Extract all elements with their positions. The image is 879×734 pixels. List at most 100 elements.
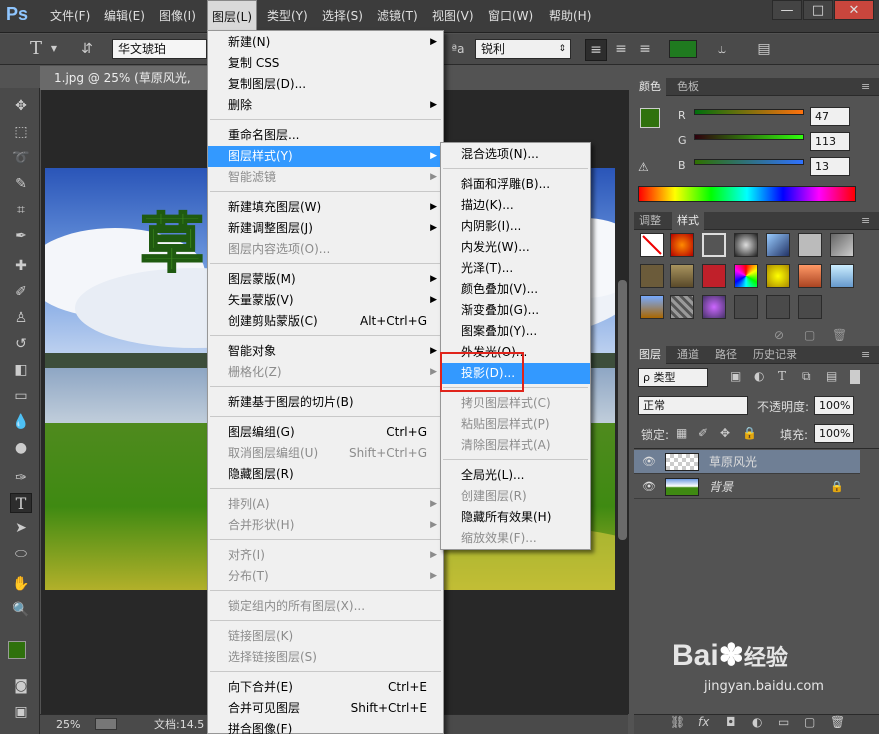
panel-menu-icon[interactable]: ≡: [856, 212, 875, 230]
tab-history[interactable]: 历史记录: [748, 346, 802, 364]
menu-type[interactable]: 类型(Y): [263, 0, 312, 33]
marquee-tool-icon[interactable]: ⬚: [10, 122, 32, 142]
style-swatch[interactable]: [670, 264, 694, 288]
menu-layer[interactable]: 图层(L): [207, 0, 258, 33]
text-orientation-icon[interactable]: ⇵: [74, 39, 100, 59]
style-swatch[interactable]: [702, 295, 726, 319]
panel-menu-icon[interactable]: ≡: [856, 78, 875, 96]
style-swatch[interactable]: [798, 264, 822, 288]
menu-image[interactable]: 图像(I): [155, 0, 200, 33]
quick-mask-icon[interactable]: ◙: [10, 676, 32, 696]
layer-name[interactable]: 草原风光: [709, 450, 757, 474]
trash-icon[interactable]: 🗑: [832, 328, 847, 342]
style-submenu-item[interactable]: 混合选项(N)...: [441, 144, 590, 165]
value-b[interactable]: 13: [810, 157, 850, 176]
layer-menu-item[interactable]: 图层蒙版(M) ▶: [208, 269, 443, 290]
link-icon[interactable]: ⛓: [670, 715, 685, 729]
style-none[interactable]: [640, 233, 664, 257]
style-swatch[interactable]: [798, 233, 822, 257]
layer-menu-item[interactable]: 向下合并(E) Ctrl+E: [208, 677, 443, 698]
style-swatch[interactable]: [798, 295, 822, 319]
value-r[interactable]: 47: [810, 107, 850, 126]
menu-window[interactable]: 窗口(W): [484, 0, 537, 33]
layer-menu-item[interactable]: 新建填充图层(W) ▶: [208, 197, 443, 218]
eye-icon[interactable]: 👁: [642, 475, 656, 499]
dodge-tool-icon[interactable]: ●: [10, 438, 32, 458]
foreground-color-swatch[interactable]: [640, 108, 660, 128]
blur-tool-icon[interactable]: 💧: [10, 412, 32, 432]
style-swatch[interactable]: [702, 233, 726, 257]
adjustment-icon[interactable]: ◐: [752, 715, 762, 729]
lock-pixels-icon[interactable]: ▦: [676, 426, 687, 440]
layer-menu-item[interactable]: 重命名图层...: [208, 125, 443, 146]
minimize-button[interactable]: —: [772, 0, 802, 20]
close-button[interactable]: ✕: [834, 0, 874, 20]
move-tool-icon[interactable]: ✥: [10, 96, 32, 116]
vertical-scrollbar[interactable]: [618, 280, 627, 540]
type-tool-icon[interactable]: T: [10, 493, 32, 513]
style-submenu-item[interactable]: 全局光(L)...: [441, 465, 590, 486]
layer-menu-item[interactable]: 合并可见图层 Shift+Ctrl+E: [208, 698, 443, 719]
layer-menu-item[interactable]: 删除 ▶: [208, 95, 443, 116]
align-center-icon[interactable]: ≡: [610, 39, 632, 59]
value-g[interactable]: 113: [810, 132, 850, 151]
brush-tool-icon[interactable]: ✐: [10, 282, 32, 302]
style-submenu-item[interactable]: 内发光(W)...: [441, 237, 590, 258]
new-layer-icon[interactable]: ▢: [804, 715, 815, 729]
style-swatch[interactable]: [766, 264, 790, 288]
eye-icon[interactable]: 👁: [642, 450, 656, 474]
lock-brush-icon[interactable]: ✐: [698, 426, 708, 440]
style-submenu-item[interactable]: 图案叠加(Y)...: [441, 321, 590, 342]
style-swatch[interactable]: [702, 264, 726, 288]
filter-smart-icon[interactable]: ▤: [826, 369, 837, 383]
antialias-select[interactable]: 锐利 ⇕: [475, 39, 571, 59]
layer-menu-item[interactable]: 隐藏图层(R): [208, 464, 443, 485]
tab-channels[interactable]: 通道: [672, 346, 704, 364]
folder-icon[interactable]: ▭: [778, 715, 789, 729]
style-swatch[interactable]: [830, 233, 854, 257]
layer-menu-item[interactable]: 复制图层(D)...: [208, 74, 443, 95]
layer-menu-item[interactable]: 复制 CSS: [208, 53, 443, 74]
menu-file[interactable]: 文件(F): [46, 0, 94, 33]
zoom-level[interactable]: 25%: [56, 715, 80, 734]
style-submenu-item[interactable]: 光泽(T)...: [441, 258, 590, 279]
screen-mode-icon[interactable]: ▣: [10, 702, 32, 722]
layer-name[interactable]: 背景: [709, 475, 733, 499]
chevron-down-icon[interactable]: ▼: [48, 39, 60, 59]
path-select-tool-icon[interactable]: ➤: [10, 518, 32, 538]
tab-styles[interactable]: 样式: [672, 212, 704, 230]
style-submenu-item[interactable]: 隐藏所有效果(H): [441, 507, 590, 528]
style-swatch[interactable]: [766, 295, 790, 319]
text-color-swatch[interactable]: [669, 40, 697, 58]
menu-help[interactable]: 帮助(H): [545, 0, 595, 33]
zoom-tool-icon[interactable]: 🔍: [10, 600, 32, 620]
layer-menu-item[interactable]: 创建剪贴蒙版(C) Alt+Ctrl+G: [208, 311, 443, 332]
clear-style-icon[interactable]: ⊘: [774, 328, 784, 342]
warning-icon[interactable]: ⚠: [638, 160, 649, 174]
slider-g[interactable]: [694, 134, 804, 140]
pen-tool-icon[interactable]: ✑: [10, 468, 32, 488]
eyedropper-tool-icon[interactable]: ✒: [10, 226, 32, 246]
style-swatch[interactable]: [640, 264, 664, 288]
document-tab[interactable]: 1.jpg @ 25% (草原风光, RGB: [40, 66, 220, 109]
lock-move-icon[interactable]: ✥: [720, 426, 730, 440]
fill-field[interactable]: 100%: [814, 424, 854, 443]
layer-menu-item[interactable]: 新建调整图层(J) ▶: [208, 218, 443, 239]
layer-menu-item[interactable]: 拼合图像(F): [208, 719, 443, 734]
lock-all-icon[interactable]: 🔒: [742, 426, 757, 440]
hand-tool-icon[interactable]: ✋: [10, 574, 32, 594]
align-right-icon[interactable]: ≡: [634, 39, 656, 59]
style-submenu-item[interactable]: 渐变叠加(G)...: [441, 300, 590, 321]
tab-swatches[interactable]: 色板: [672, 78, 704, 96]
quick-select-tool-icon[interactable]: ✎: [10, 174, 32, 194]
layer-menu-item[interactable]: 图层编组(G) Ctrl+G: [208, 422, 443, 443]
filter-shape-icon[interactable]: ⧉: [802, 369, 811, 384]
style-swatch[interactable]: [670, 295, 694, 319]
filter-adjust-icon[interactable]: ◐: [754, 369, 764, 383]
tab-layers[interactable]: 图层: [634, 346, 666, 364]
style-swatch[interactable]: [734, 295, 758, 319]
style-swatch[interactable]: [766, 233, 790, 257]
style-swatch[interactable]: [830, 264, 854, 288]
style-submenu-item[interactable]: 斜面和浮雕(B)...: [441, 174, 590, 195]
panel-menu-icon[interactable]: ≡: [856, 346, 875, 364]
